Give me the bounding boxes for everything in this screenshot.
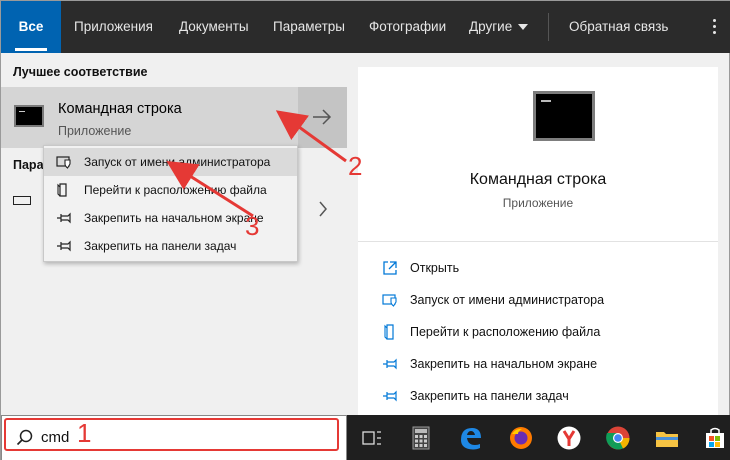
annotation-arrow-3: [166, 160, 254, 218]
windows-search-panel: Все Приложения Документы Параметры Фотог…: [0, 0, 730, 460]
annotation-arrows: [166, 110, 347, 218]
annotation-arrow-2: [275, 110, 347, 163]
